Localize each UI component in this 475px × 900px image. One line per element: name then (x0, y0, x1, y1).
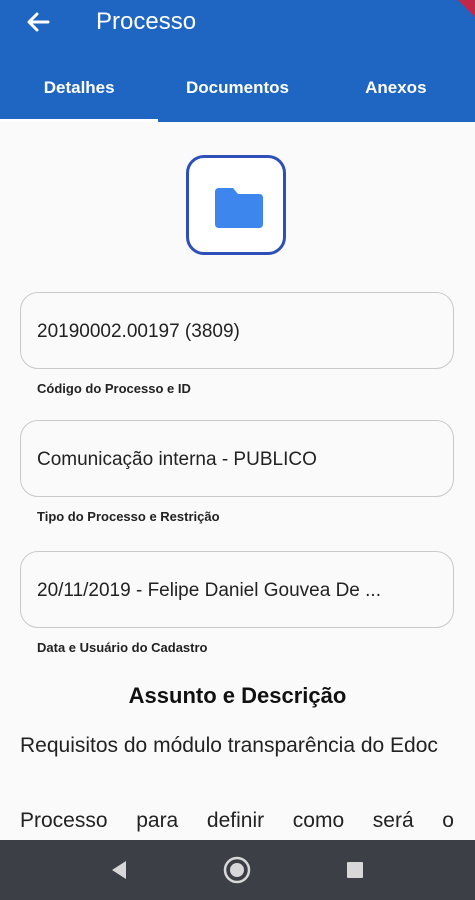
folder-avatar (186, 155, 286, 255)
process-code-value: 20190002.00197 (3809) (37, 321, 240, 342)
system-nav-bar (0, 840, 475, 900)
page-title: Processo (96, 8, 197, 35)
app-bar: Processo Detalhes Documentos Anexos (0, 0, 475, 122)
registration-value: 20/11/2019 - Felipe Daniel Gouvea De ... (37, 580, 381, 601)
tab-anexos[interactable]: Anexos (317, 62, 475, 122)
process-type-label: Tipo do Processo e Restrição (37, 509, 220, 524)
section-title: Assunto e Descrição (128, 683, 347, 708)
folder-icon (215, 188, 263, 228)
back-arrow-icon[interactable] (22, 6, 54, 38)
subject-text: Requisitos do módulo transparência do Ed… (20, 734, 438, 757)
nav-recents-icon[interactable] (340, 855, 370, 885)
tab-bar: Detalhes Documentos Anexos (0, 62, 475, 122)
description-text: Processo para definir como será o (20, 809, 454, 832)
tab-detalhes[interactable]: Detalhes (0, 62, 159, 122)
nav-home-icon[interactable] (222, 855, 252, 885)
process-type-field[interactable]: Comunicação interna - PUBLICO (20, 420, 454, 497)
registration-field[interactable]: 20/11/2019 - Felipe Daniel Gouvea De ... (20, 551, 454, 628)
tab-documentos[interactable]: Documentos (158, 62, 316, 122)
process-code-label: Código do Processo e ID (37, 381, 191, 396)
process-code-field[interactable]: 20190002.00197 (3809) (20, 292, 454, 369)
debug-ribbon (445, 0, 475, 27)
registration-label: Data e Usuário do Cadastro (37, 640, 208, 655)
process-type-value: Comunicação interna - PUBLICO (37, 449, 317, 470)
nav-back-icon[interactable] (104, 855, 134, 885)
